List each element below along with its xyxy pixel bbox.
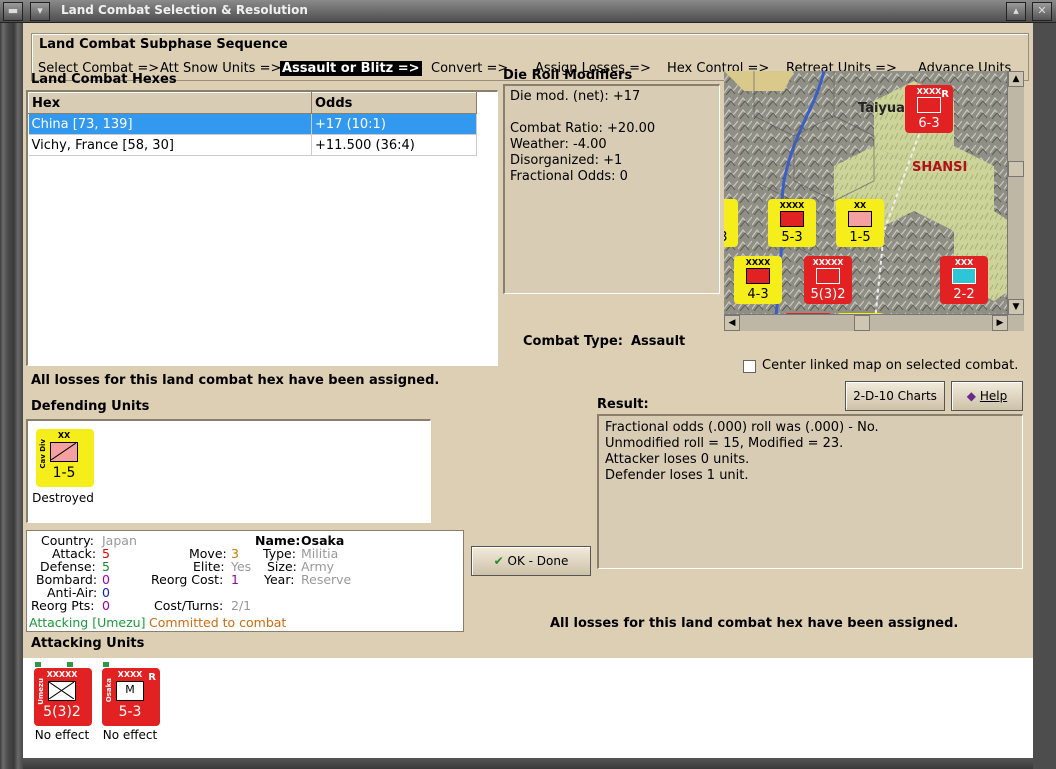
column-header-hex[interactable]: Hex <box>28 92 312 114</box>
result-line: Attacker loses 0 units. <box>605 452 750 467</box>
center-map-label: Center linked map on selected combat. <box>762 358 1019 373</box>
defending-title: Defending Units <box>31 399 150 414</box>
result-line: Unmodified roll = 15, Modified = 23. <box>605 436 844 451</box>
hex-cell: Vichy, France [58, 30] <box>28 134 312 156</box>
scroll-up-icon[interactable]: ▲ <box>1008 71 1024 87</box>
combat-type-label: Combat Type: <box>523 334 623 349</box>
minimize-button[interactable]: ▾ <box>30 2 50 21</box>
map-unit[interactable]: XXXX 5-3 <box>768 199 816 247</box>
result-line: Defender loses 1 unit. <box>605 468 749 483</box>
combat-type-value: Assault <box>631 334 686 349</box>
title-bar[interactable]: ▬ ▾ Land Combat Selection & Resolution ▴… <box>0 0 1056 23</box>
result-title: Result: <box>597 397 649 412</box>
checkmark-icon: ✔ <box>493 554 504 568</box>
modifiers-panel: Die mod. (net): +17 Combat Ratio: +20.00… <box>503 84 720 294</box>
defending-unit-counter[interactable]: XX Cav Div 1-5 <box>36 429 94 487</box>
step-convert[interactable]: Convert => <box>431 61 508 76</box>
close-button[interactable]: ✕ <box>1032 2 1052 21</box>
defending-unit-status: Destroyed <box>32 491 94 505</box>
help-book-icon: ◆ <box>966 389 977 403</box>
result-panel: Fractional odds (.000) roll was (.000) -… <box>597 414 1023 569</box>
maximize-button[interactable]: ▴ <box>1006 2 1026 21</box>
result-line: Fractional odds (.000) roll was (.000) -… <box>605 420 879 435</box>
hex-cell: China [73, 139] <box>28 113 312 135</box>
defending-units-panel: XX Cav Div 1-5 Destroyed <box>26 419 431 523</box>
unit-marker-icon <box>35 662 41 667</box>
modifier-line: Fractional Odds: 0 <box>510 169 628 184</box>
help-label: Help <box>979 389 1008 403</box>
losses-message-bottom: All losses for this land combat hex have… <box>550 616 959 631</box>
subphase-title: Land Combat Subphase Sequence <box>39 37 288 52</box>
unit-info-panel: Country: Japan Attack: 5 Defense: 5 Bomb… <box>26 530 464 632</box>
odds-cell: +17 (10:1) <box>311 113 477 135</box>
map-unit[interactable]: -3 <box>724 199 738 247</box>
map-region-label: SHANSI <box>912 160 968 175</box>
modifier-line: Weather: -4.00 <box>510 137 607 152</box>
modifier-line <box>510 105 714 121</box>
cost-turns-value: 2/1 <box>231 598 252 613</box>
modifier-line: Die mod. (net): +17 <box>510 89 641 104</box>
center-map-checkbox[interactable] <box>743 360 756 373</box>
reorg-pts-value: 0 <box>102 598 110 613</box>
hexes-title: Land Combat Hexes <box>31 72 177 87</box>
help-button[interactable]: ◆ Help <box>951 381 1023 411</box>
unit-marker-icon <box>67 662 73 667</box>
modifiers-title: Die Roll Modifiers <box>503 68 633 83</box>
modifier-line: Combat Ratio: +20.00 <box>510 121 656 136</box>
scroll-right-icon[interactable]: ▶ <box>992 315 1008 331</box>
reorg-pts-label: Reorg Pts: <box>31 598 95 613</box>
modifier-line: Disorganized: +1 <box>510 153 623 168</box>
window-title: Land Combat Selection & Resolution <box>61 3 308 17</box>
reorg-cost-label: Reorg Cost: <box>151 572 224 587</box>
scroll-thumb[interactable] <box>854 315 870 331</box>
unit-marker-icon <box>103 662 109 667</box>
year-value: Reserve <box>301 572 352 587</box>
attacking-leader: Attacking [Umezu] <box>29 615 146 630</box>
map-unit[interactable]: XXXXX 5(3)2 <box>804 256 852 304</box>
table-row[interactable]: Vichy, France [58, 30] +11.500 (36:4) <box>28 134 477 156</box>
attacking-unit-counter[interactable]: XXXXX Umezu 5(3)2 <box>34 668 92 726</box>
odds-cell: +11.500 (36:4) <box>311 134 477 156</box>
losses-message-top: All losses for this land combat hex have… <box>31 373 440 388</box>
map-unit[interactable]: XX 1-5 <box>836 199 884 247</box>
map-vertical-scrollbar[interactable]: ▲ ▼ <box>1007 71 1024 331</box>
hexes-list[interactable]: Hex Odds China [73, 139] +17 (10:1) Vich… <box>26 90 498 366</box>
map-unit[interactable]: XXX 2-2 <box>940 256 988 304</box>
ok-done-label: OK - Done <box>507 554 569 568</box>
cost-turns-label: Cost/Turns: <box>154 598 224 613</box>
hexes-table: Hex Odds China [73, 139] +17 (10:1) Vich… <box>28 92 477 156</box>
step-assault-or-blitz[interactable]: Assault or Blitz => <box>280 61 422 76</box>
dialog-body: Land Combat Subphase Sequence Select Com… <box>23 23 1033 758</box>
map-unit[interactable]: XXXX 6-3 R <box>905 85 953 133</box>
scroll-thumb[interactable] <box>1008 161 1024 177</box>
attacking-title: Attacking Units <box>31 636 145 651</box>
map-unit[interactable]: XXXX 4-3 <box>734 256 782 304</box>
map-horizontal-scrollbar[interactable]: ◀ ▶ <box>724 314 1024 331</box>
attacking-unit-status: No effect <box>34 728 90 742</box>
charts-button[interactable]: 2-D-10 Charts <box>845 381 945 411</box>
attacking-unit-status: No effect <box>102 728 158 742</box>
reorg-cost-value: 1 <box>231 572 239 587</box>
table-row[interactable]: China [73, 139] +17 (10:1) <box>28 113 477 135</box>
column-header-odds[interactable]: Odds <box>311 92 477 114</box>
ok-done-button[interactable]: ✔ OK - Done <box>471 546 591 576</box>
scroll-left-icon[interactable]: ◀ <box>724 315 740 331</box>
map-city-label: Taiyua <box>858 101 905 116</box>
attacking-unit-counter[interactable]: XXXX Osaka R M 5-3 <box>102 668 160 726</box>
attacking-units-panel: XXXXX Umezu 5(3)2 No effect XXXX Osaka R… <box>23 658 1033 758</box>
linked-map[interactable]: Taiyua SHANSI XXXX 6-3 R XXXX 5-3 XX 1-5… <box>724 71 1024 331</box>
committed-status: Committed to combat <box>149 615 287 630</box>
scroll-down-icon[interactable]: ▼ <box>1008 299 1024 315</box>
year-label: Year: <box>264 572 295 587</box>
step-att-snow-units[interactable]: Att Snow Units => <box>160 61 281 76</box>
bottom-border <box>23 758 1033 769</box>
window-menu-button[interactable]: ▬ <box>3 2 23 21</box>
